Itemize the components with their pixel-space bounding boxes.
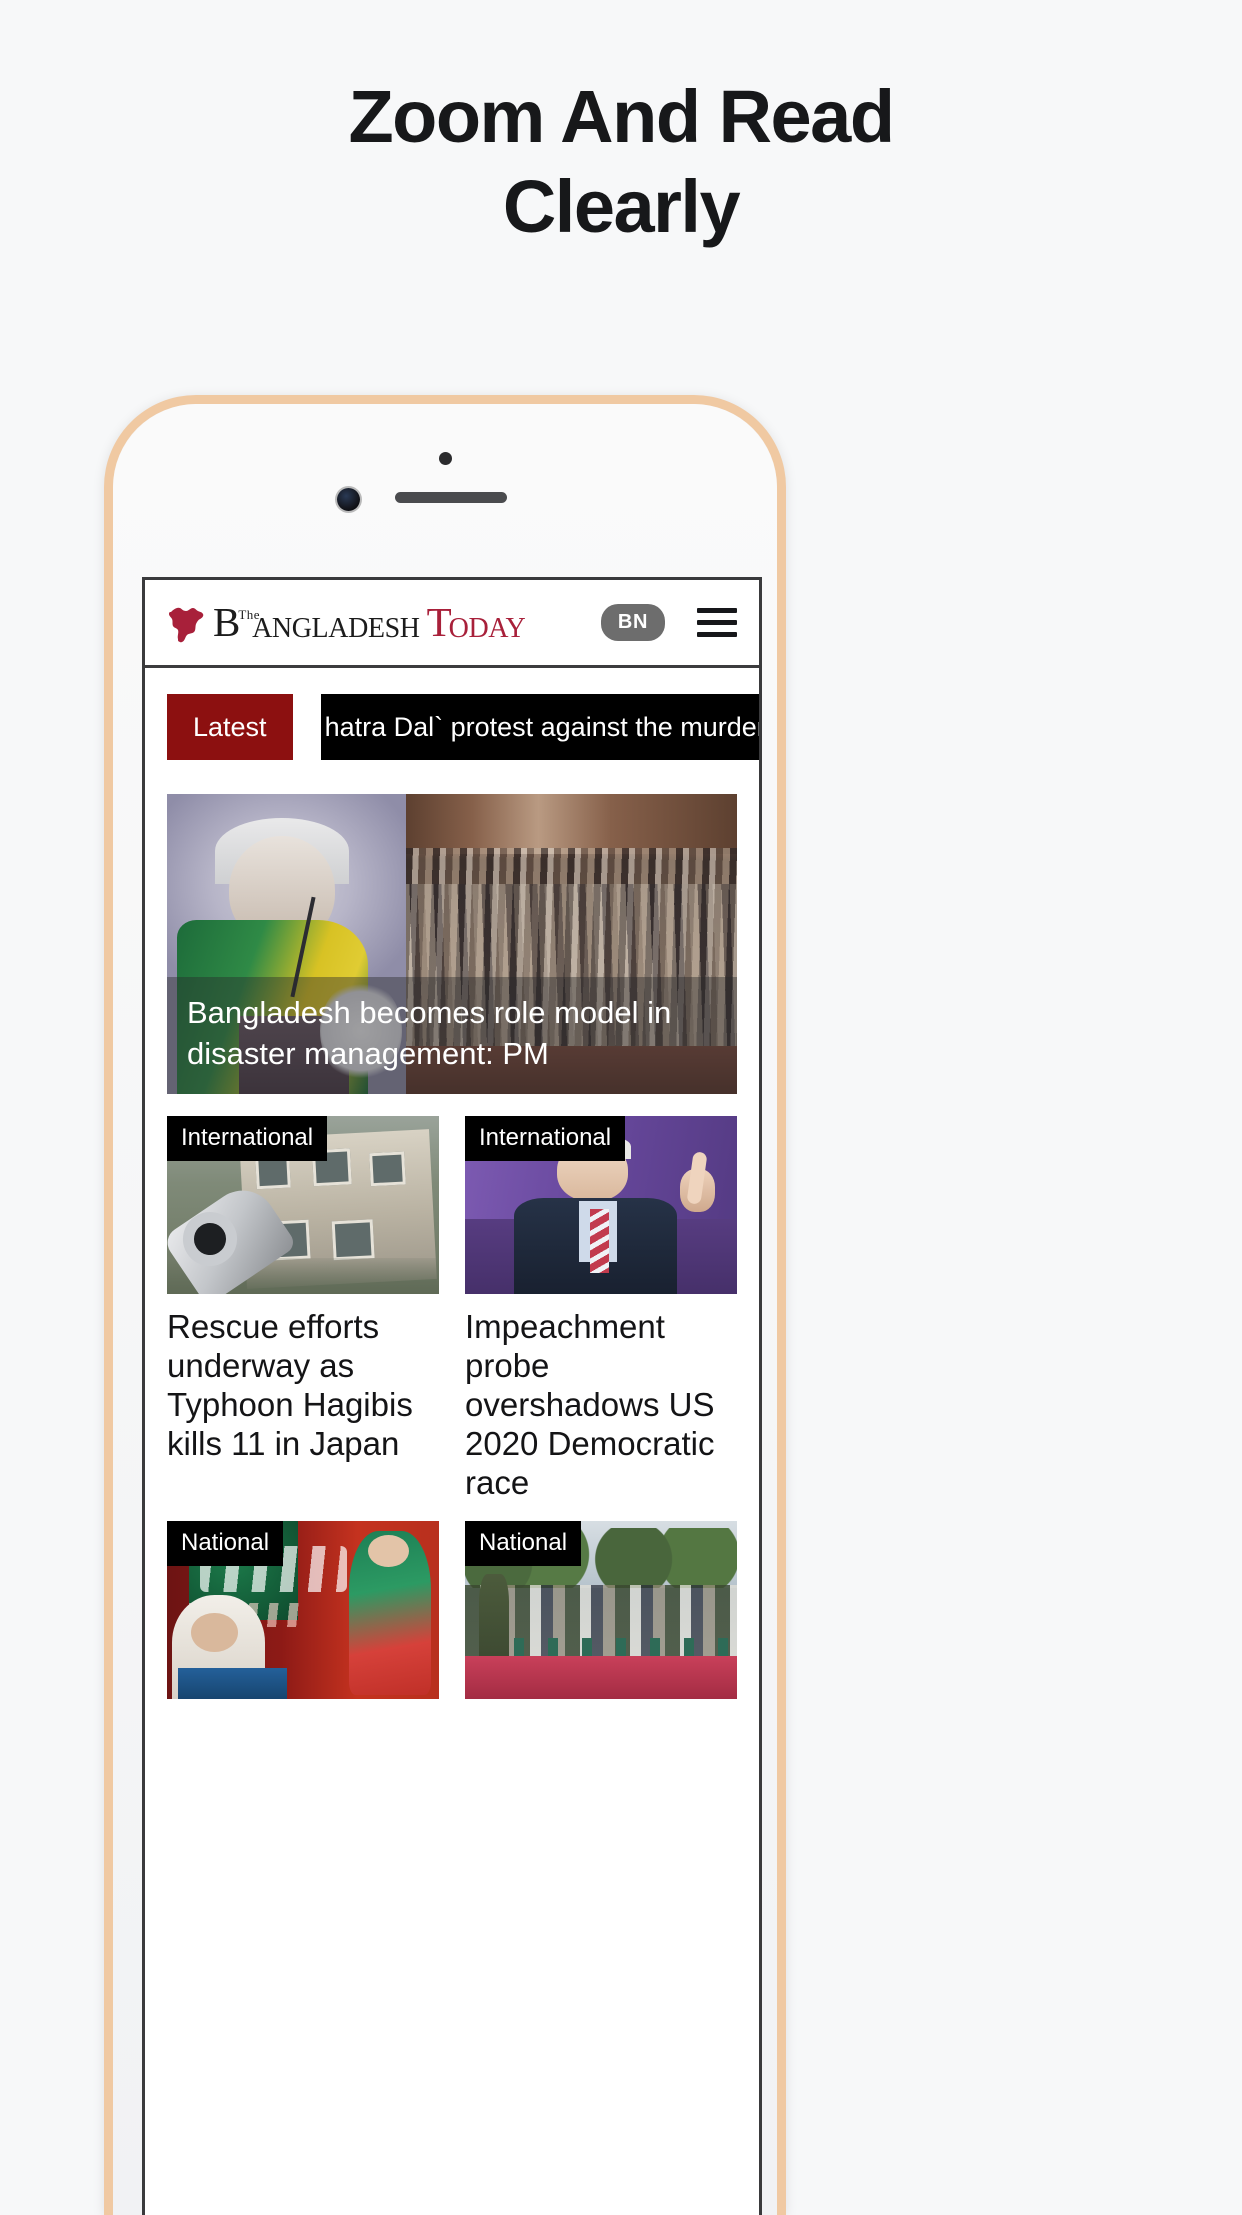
thumb-person-tie	[590, 1208, 610, 1273]
phone-mockup: B The ANGLADESH T ODAY BN Latest hatra Dal` …	[104, 395, 786, 2215]
thumb-window	[331, 1218, 376, 1260]
article-card[interactable]: International Rescue efforts underway as…	[167, 1116, 439, 1503]
hamburger-line-1	[697, 608, 737, 613]
proximity-sensor-icon	[439, 452, 452, 465]
article-title: Rescue efforts underway as Typhoon Hagib…	[167, 1308, 413, 1462]
ticker-label: Latest	[167, 694, 293, 760]
article-category-badge: National	[167, 1520, 284, 1566]
article-card-grid: International Rescue efforts underway as…	[167, 1116, 737, 1713]
logo-the: The	[238, 607, 261, 622]
app-logo[interactable]: B The ANGLADESH T ODAY	[165, 599, 526, 645]
app-screen: B The ANGLADESH T ODAY BN Latest hatra Dal` …	[145, 580, 759, 2215]
logo-letter-b: B	[213, 599, 241, 645]
thumb-podium	[177, 1668, 287, 1699]
hamburger-line-3	[697, 632, 737, 637]
logo-bangladesh: ANGLADESH	[252, 613, 420, 644]
earpiece-speaker-icon	[395, 492, 507, 503]
article-thumbnail: National	[465, 1520, 737, 1699]
promo-heading-line-2: Clearly	[502, 165, 741, 249]
article-title: Impeachment probe overshadows US 2020 De…	[465, 1308, 715, 1501]
article-category-badge: International	[167, 1116, 328, 1161]
app-logo-wordmark: B The ANGLADESH T ODAY	[213, 599, 526, 645]
language-toggle-button[interactable]: BN	[600, 604, 665, 641]
hero-article[interactable]: Bangladesh becomes role model in disaste…	[167, 794, 737, 1094]
promo-heading-line-1: Zoom And Read	[348, 75, 895, 158]
logo-oday: ODAY	[448, 613, 526, 644]
article-thumbnail: International	[167, 1116, 439, 1294]
thumb-speaking-person-face	[191, 1613, 238, 1653]
bangladesh-map-icon	[169, 607, 204, 642]
news-ticker: Latest hatra Dal` protest against the mu…	[145, 668, 759, 760]
hero-caption: Bangladesh becomes role model in disaste…	[167, 977, 737, 1094]
hamburger-line-2	[697, 620, 737, 625]
hamburger-menu-icon[interactable]	[697, 608, 737, 637]
article-card[interactable]: National	[465, 1520, 737, 1713]
thumb-standing-person-head	[368, 1534, 410, 1567]
article-category-badge: National	[465, 1520, 582, 1566]
promo-heading: Zoom And Read Clearly	[0, 72, 1242, 253]
article-category-badge: International	[465, 1116, 626, 1161]
article-thumbnail: National	[167, 1520, 439, 1699]
article-card[interactable]: International Impeachment probe overshad…	[465, 1116, 737, 1503]
article-thumbnail: International	[465, 1116, 737, 1294]
ticker-text[interactable]: hatra Dal` protest against the murder	[320, 694, 759, 760]
thumb-red-carpet	[465, 1655, 737, 1699]
hero-hall-wall	[406, 794, 737, 854]
front-camera-icon	[337, 488, 360, 511]
article-card[interactable]: National	[167, 1520, 439, 1713]
app-header: B The ANGLADESH T ODAY BN	[145, 580, 759, 668]
phone-body: B The ANGLADESH T ODAY BN Latest hatra Dal` …	[113, 404, 777, 2215]
thumb-window	[369, 1151, 406, 1186]
